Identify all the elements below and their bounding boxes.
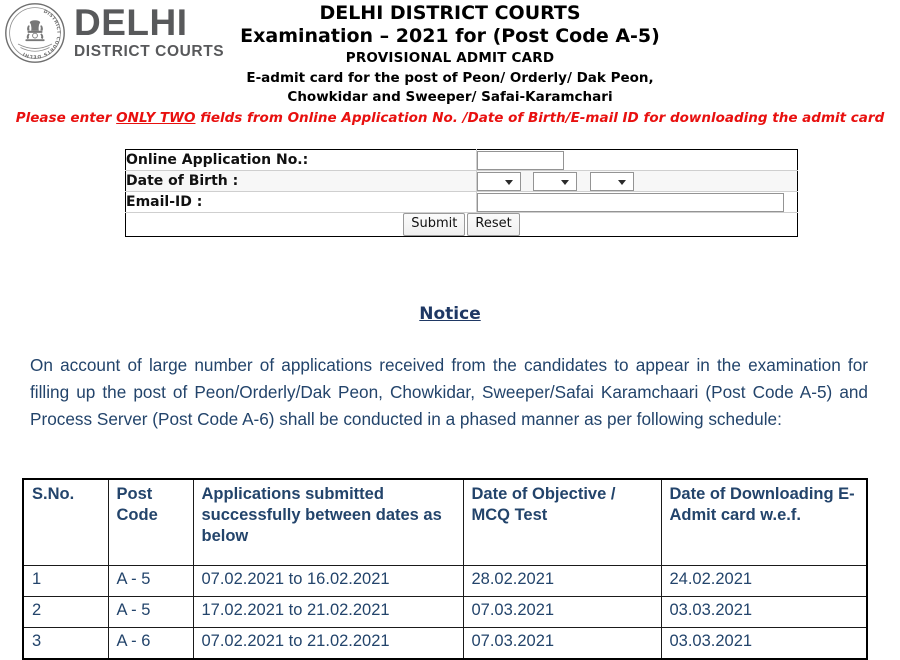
cell-applications-window: 07.02.2021 to 21.02.2021	[192, 627, 464, 660]
cell-post-code: A - 5	[107, 565, 194, 597]
col-header-applications-window: Applications submitted successfully betw…	[192, 478, 464, 566]
warning-emphasis: ONLY TWO	[116, 109, 196, 126]
cell-application-no-input	[476, 149, 798, 171]
table-row: 1 A - 5 07.02.2021 to 16.02.2021 28.02.2…	[22, 565, 868, 597]
delhi-district-courts-seal-icon: DISTRICT COURTS DELHI	[4, 2, 66, 64]
schedule-table-container: S.No. Post Code Applications submitted s…	[22, 478, 868, 660]
notice-section: Notice	[0, 304, 900, 324]
table-header-row: S.No. Post Code Applications submitted s…	[22, 478, 868, 566]
cell-download-date: 03.03.2021	[660, 596, 868, 628]
logo-primary-text: DELHI	[74, 2, 188, 44]
admit-card-lookup-form: Online Application No.: Date of Birth : …	[125, 149, 798, 238]
logo-wordmark: DELHI DISTRICT COURTS	[74, 4, 224, 62]
schedule-table-body: 1 A - 5 07.02.2021 to 16.02.2021 28.02.2…	[22, 565, 868, 660]
schedule-table: S.No. Post Code Applications submitted s…	[22, 478, 868, 660]
form-row-email: Email-ID :	[125, 191, 798, 213]
label-date-of-birth: Date of Birth :	[125, 170, 477, 192]
col-header-sno: S.No.	[22, 478, 109, 566]
table-row: 2 A - 5 17.02.2021 to 21.02.2021 07.03.2…	[22, 596, 868, 628]
post-description-line2: Chowkidar and Sweeper/ Safai-Karamchari	[287, 89, 613, 106]
notice-paragraph: On account of large number of applicatio…	[30, 355, 868, 429]
cell-applications-window: 07.02.2021 to 16.02.2021	[192, 565, 464, 597]
notice-link[interactable]: Notice	[419, 304, 480, 324]
email-id-input[interactable]	[477, 192, 784, 212]
col-header-post-code: Post Code	[107, 478, 194, 566]
reset-button[interactable]: Reset	[467, 213, 520, 237]
form-row-date-of-birth: Date of Birth :	[125, 170, 798, 192]
form-table: Online Application No.: Date of Birth : …	[125, 149, 798, 238]
cell-sno: 1	[22, 565, 109, 597]
col-header-download-date: Date of Downloading E-Admit card w.e.f.	[660, 478, 868, 566]
form-row-actions: Submit Reset	[125, 211, 798, 237]
cell-email-input	[476, 191, 798, 213]
cell-download-date: 24.02.2021	[660, 565, 868, 597]
warning-prefix: Please enter	[15, 109, 117, 126]
cell-download-date: 03.03.2021	[660, 627, 868, 660]
label-email-id: Email-ID :	[125, 191, 477, 213]
cell-post-code: A - 5	[107, 596, 194, 628]
warning-text: Please enter ONLY TWO fields from Online…	[0, 110, 900, 126]
warning-suffix: fields from Online Application No. /Date…	[195, 109, 885, 126]
form-row-application-no: Online Application No.:	[125, 149, 798, 171]
cell-test-date: 28.02.2021	[462, 565, 662, 597]
dob-day-select[interactable]	[477, 171, 521, 191]
cell-test-date: 07.03.2021	[462, 596, 662, 628]
cell-sno: 3	[22, 627, 109, 660]
cell-sno: 2	[22, 596, 109, 628]
cell-test-date: 07.03.2021	[462, 627, 662, 660]
online-application-no-input[interactable]	[477, 150, 564, 170]
label-online-application-no: Online Application No.:	[125, 149, 477, 171]
cell-date-of-birth-selects	[476, 170, 798, 192]
schedule-table-head: S.No. Post Code Applications submitted s…	[22, 478, 868, 566]
form-actions: Submit Reset	[125, 211, 798, 237]
site-logo: DISTRICT COURTS DELHI DELHI DISTRICT COU…	[4, 2, 224, 64]
cell-applications-window: 17.02.2021 to 21.02.2021	[192, 596, 464, 628]
logo-secondary-text: DISTRICT COURTS	[74, 43, 225, 61]
page-header: DISTRICT COURTS DELHI DELHI DISTRICT COU…	[0, 0, 900, 126]
table-row: 3 A - 6 07.02.2021 to 21.02.2021 07.03.2…	[22, 627, 868, 660]
cell-post-code: A - 6	[107, 627, 194, 660]
submit-button[interactable]: Submit	[403, 213, 466, 237]
dob-year-select[interactable]	[589, 171, 634, 191]
dob-month-select[interactable]	[533, 171, 578, 191]
col-header-test-date: Date of Objective / MCQ Test	[462, 478, 662, 566]
post-description-line1: E-admit card for the post of Peon/ Order…	[246, 69, 654, 86]
